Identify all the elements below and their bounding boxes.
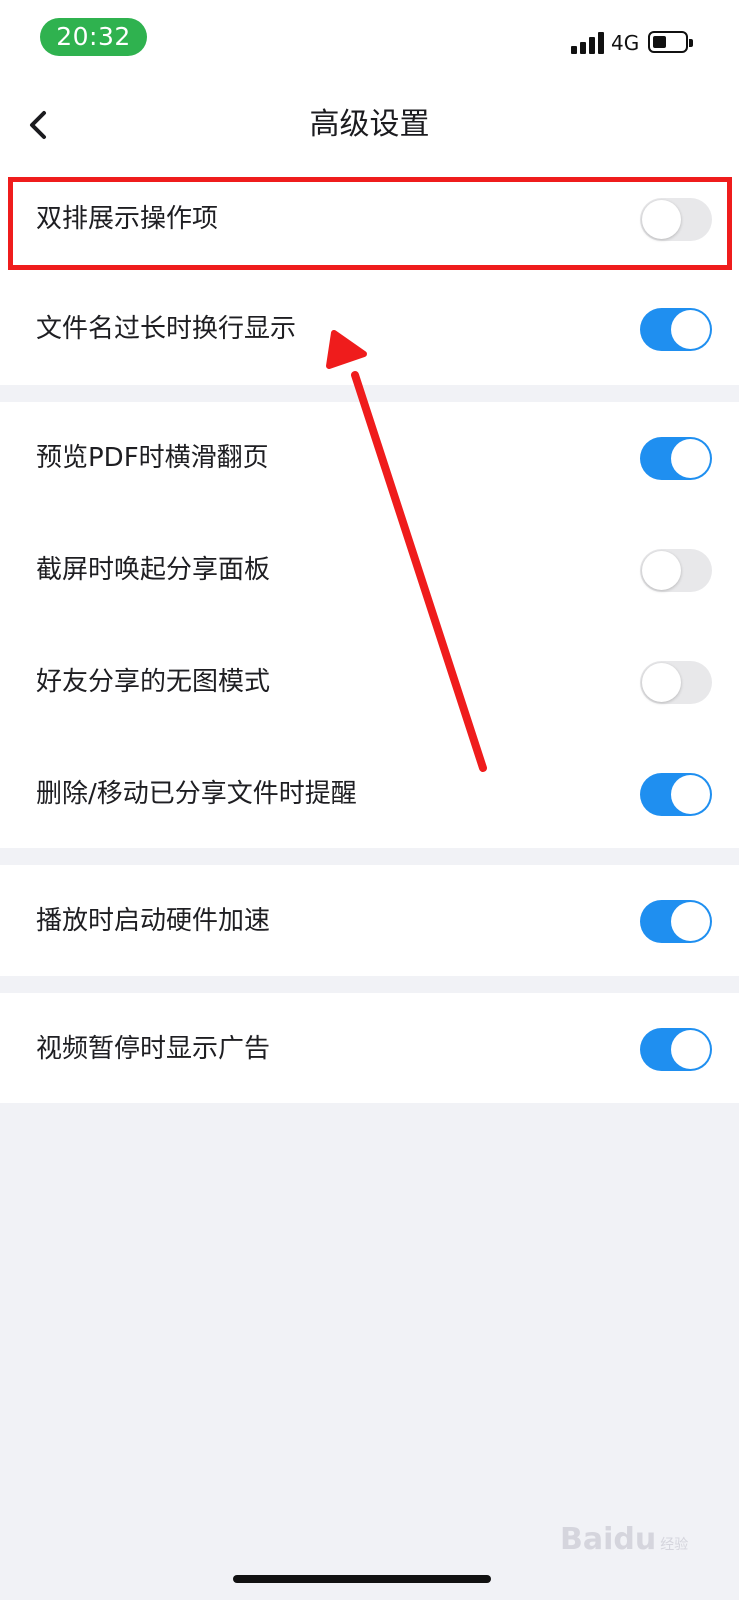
- toggle-switch[interactable]: [640, 549, 712, 592]
- toggle-knob: [671, 439, 710, 478]
- annotation-highlight-box: [8, 177, 732, 270]
- setting-label: 好友分享的无图模式: [36, 667, 271, 697]
- setting-row-pdf-horizontal-swipe[interactable]: 预览PDF时横滑翻页: [0, 402, 739, 514]
- setting-row-screenshot-share-panel[interactable]: 截屏时唤起分享面板: [0, 514, 739, 626]
- setting-row-pause-ads[interactable]: 视频暂停时显示广告: [0, 993, 739, 1105]
- home-indicator[interactable]: [233, 1575, 491, 1583]
- toggle-switch[interactable]: [640, 1028, 712, 1071]
- setting-label: 预览PDF时横滑翻页: [36, 443, 269, 473]
- navigation-bar: 高级设置: [0, 80, 739, 170]
- toggle-knob: [671, 1030, 710, 1069]
- toggle-switch[interactable]: [640, 437, 712, 480]
- toggle-knob: [671, 775, 710, 814]
- network-type: 4G: [611, 31, 640, 55]
- page-title: 高级设置: [309, 107, 430, 142]
- setting-label: 视频暂停时显示广告: [36, 1034, 271, 1064]
- signal-bars-icon: [571, 32, 605, 54]
- setting-row-hardware-acceleration[interactable]: 播放时启动硬件加速: [0, 865, 739, 977]
- battery-nub: [689, 39, 693, 47]
- toggle-knob: [671, 902, 710, 941]
- toggle-switch[interactable]: [640, 900, 712, 943]
- setting-label: 文件名过长时换行显示: [36, 314, 297, 344]
- settings-section-2: 预览PDF时横滑翻页 截屏时唤起分享面板 好友分享的无图模式 删除/移动已分享文…: [0, 402, 739, 848]
- toggle-switch[interactable]: [640, 773, 712, 816]
- settings-section-4: 视频暂停时显示广告: [0, 993, 739, 1103]
- setting-label: 截屏时唤起分享面板: [36, 555, 271, 585]
- setting-row-shared-file-remind[interactable]: 删除/移动已分享文件时提醒: [0, 738, 739, 850]
- watermark-sub-text: 经验: [660, 1537, 689, 1553]
- toggle-knob: [642, 551, 681, 590]
- battery-level: [653, 36, 666, 48]
- toggle-knob: [671, 310, 710, 349]
- settings-section-3: 播放时启动硬件加速: [0, 865, 739, 976]
- chevron-left-icon[interactable]: [22, 102, 58, 148]
- setting-label: 删除/移动已分享文件时提醒: [36, 779, 357, 809]
- setting-row-wrap-long-filename[interactable]: 文件名过长时换行显示: [0, 273, 739, 385]
- baidu-watermark: Baidu 经验: [560, 1515, 730, 1565]
- watermark-logo-text: Baidu: [560, 1522, 657, 1557]
- status-time: 20:32: [40, 18, 147, 56]
- status-bar: 20:32 4G: [0, 0, 739, 80]
- toggle-switch[interactable]: [640, 308, 712, 351]
- setting-row-friend-share-no-image[interactable]: 好友分享的无图模式: [0, 626, 739, 738]
- battery-icon: [648, 31, 693, 53]
- toggle-switch[interactable]: [640, 661, 712, 704]
- toggle-knob: [642, 663, 681, 702]
- setting-label: 播放时启动硬件加速: [36, 906, 271, 936]
